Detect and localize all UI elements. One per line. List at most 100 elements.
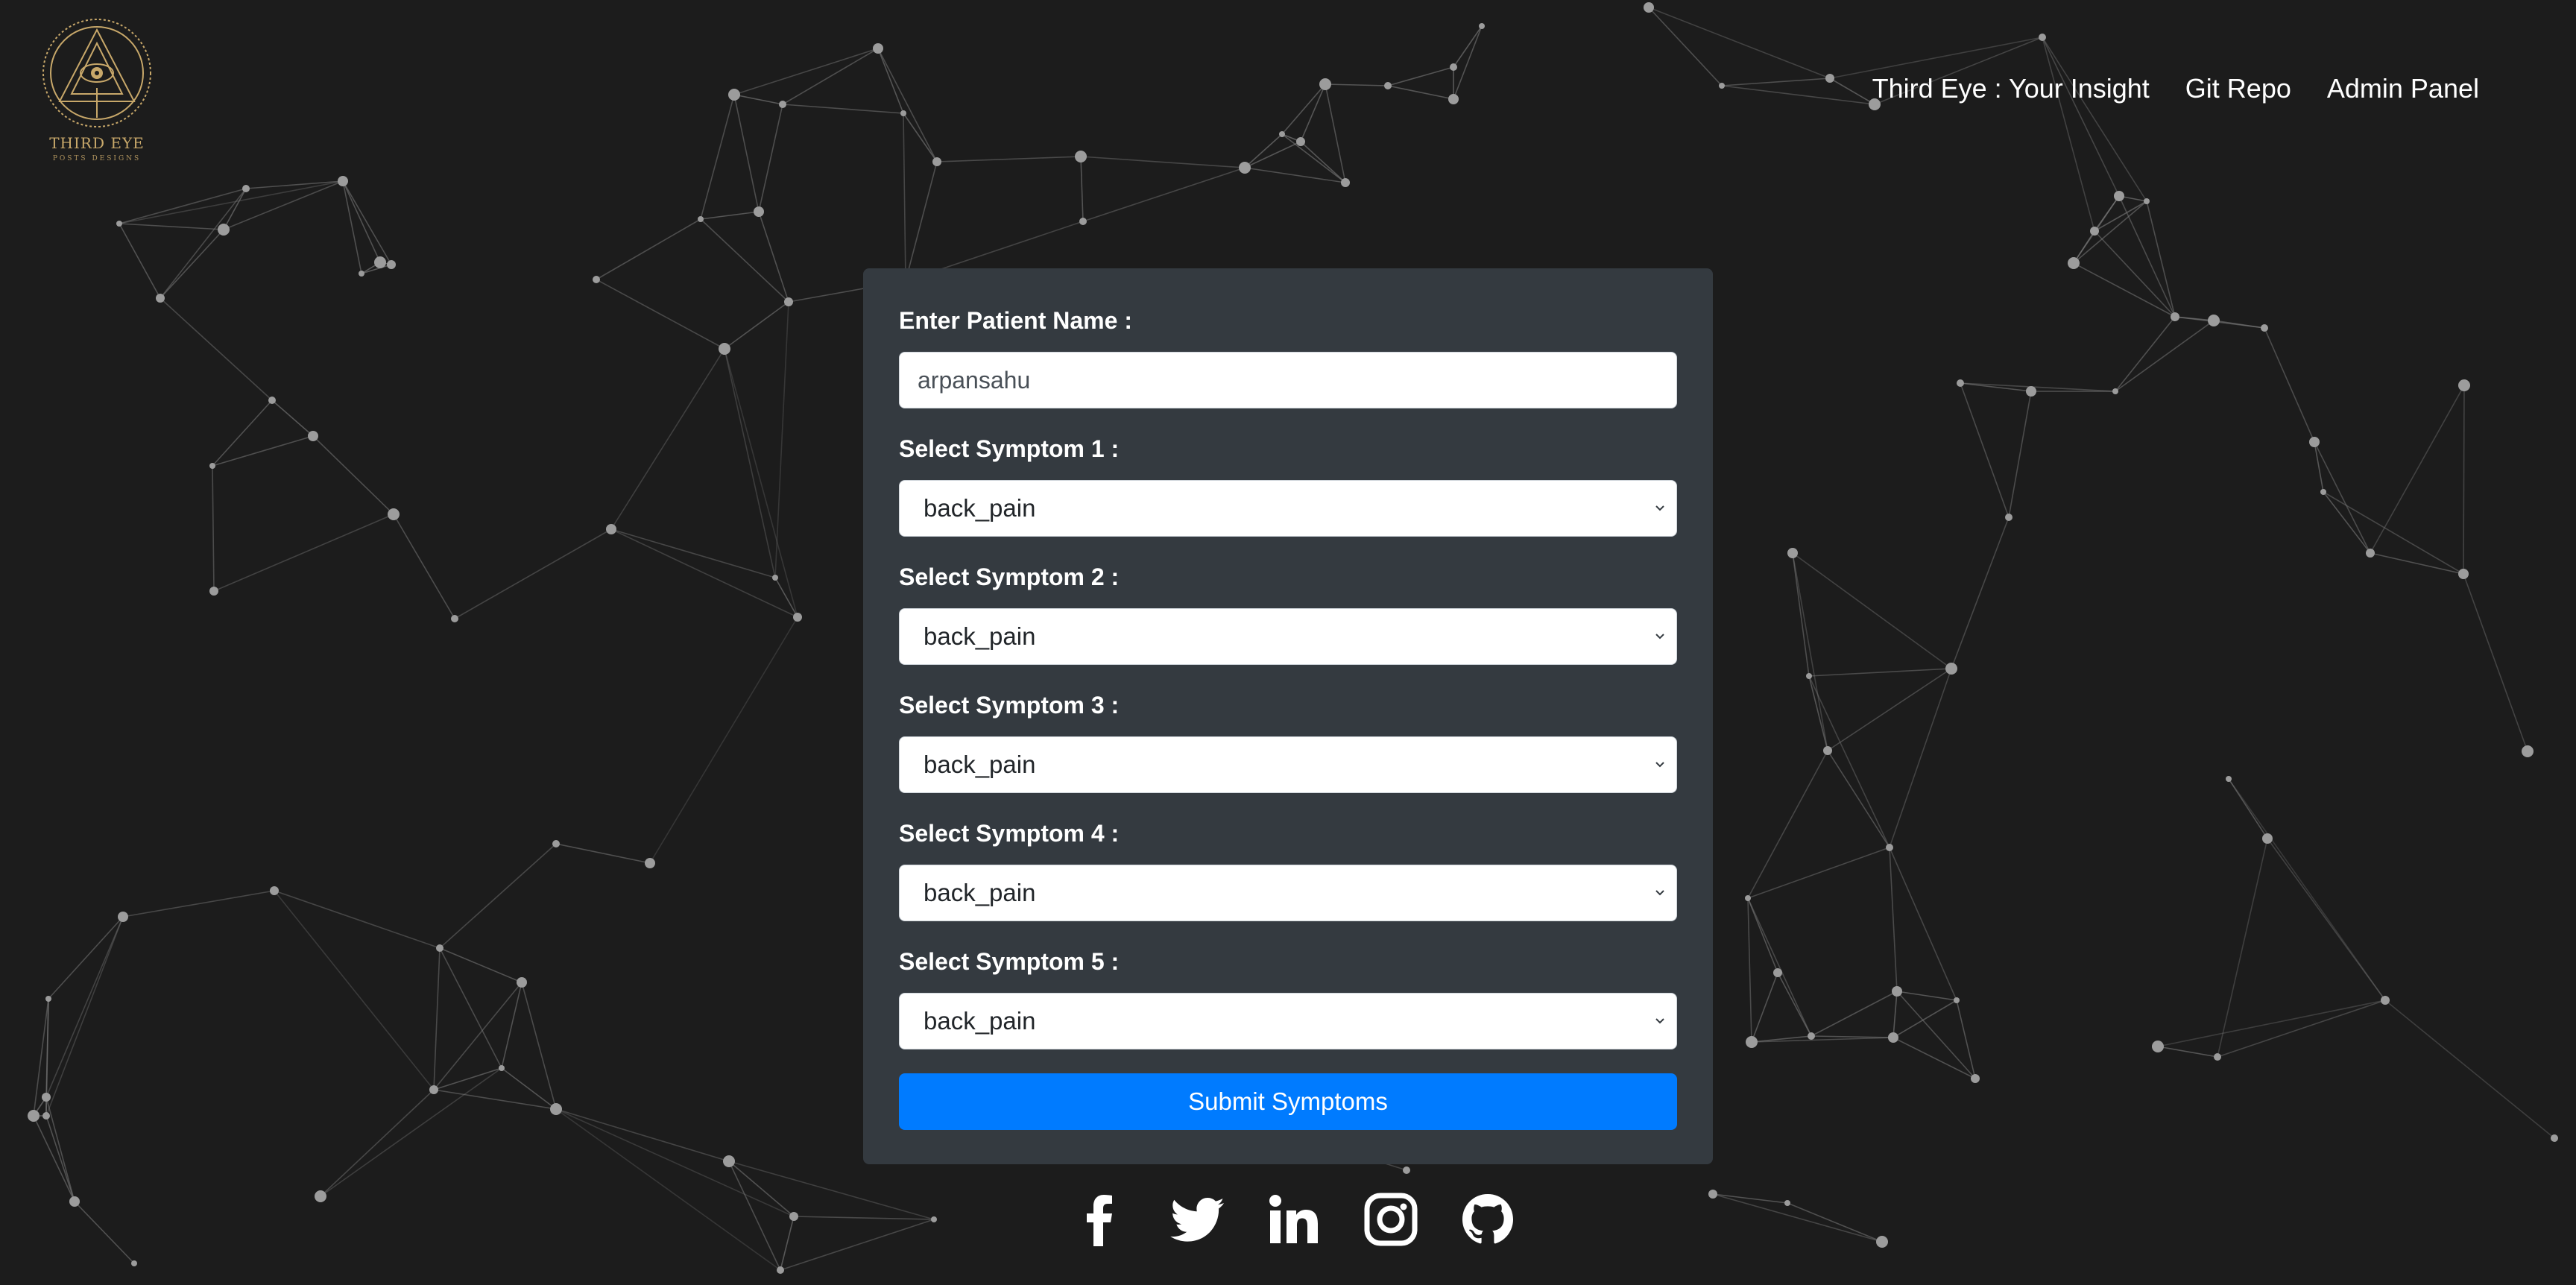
network-link [454, 528, 612, 619]
symptom-4-select[interactable]: back_pain [899, 865, 1677, 921]
network-node [1341, 178, 1350, 187]
network-node [779, 101, 786, 108]
symptom-5-select[interactable]: back_pain [899, 993, 1677, 1049]
network-node [1876, 1236, 1888, 1248]
network-link [2118, 195, 2176, 318]
network-node [593, 276, 600, 283]
network-node [1719, 83, 1725, 89]
network-node [2026, 386, 2036, 397]
network-link [1889, 668, 1952, 848]
network-link [433, 947, 441, 1090]
network-link [223, 180, 344, 230]
network-node [900, 110, 906, 116]
facebook-icon [1087, 1195, 1112, 1246]
logo-subtitle: POSTS DESIGNS [52, 155, 142, 162]
symptom-3-select[interactable]: back_pain [899, 736, 1677, 793]
network-link [903, 113, 906, 282]
network-link [724, 348, 798, 618]
network-link [342, 180, 392, 265]
instagram-link[interactable] [1364, 1193, 1418, 1246]
symptom-form: Enter Patient Name : Select Symptom 1 : … [863, 268, 1713, 1164]
network-node [645, 858, 655, 868]
network-link [1244, 167, 1346, 183]
network-node [550, 1103, 562, 1115]
github-link[interactable] [1461, 1193, 1515, 1246]
network-link [2217, 1000, 2386, 1058]
network-node [1279, 131, 1285, 137]
network-node [436, 944, 443, 952]
patient-name-input[interactable] [899, 352, 1677, 408]
network-link [119, 188, 247, 224]
nav-link-admin-panel[interactable]: Admin Panel [2327, 73, 2479, 104]
network-node [2005, 514, 2012, 521]
network-link [2115, 316, 2176, 392]
facebook-link[interactable] [1073, 1193, 1127, 1246]
network-node [2366, 549, 2375, 558]
network-link [555, 843, 651, 864]
network-node [698, 216, 704, 222]
network-link [1281, 83, 1326, 135]
network-link [1747, 897, 1752, 1043]
network-link [1281, 133, 1346, 183]
symptom-4-label: Select Symptom 4 : [899, 820, 1120, 847]
network-link [45, 1115, 75, 1202]
network-link [1080, 156, 1084, 222]
network-link [610, 348, 725, 530]
network-link [782, 104, 904, 114]
logo[interactable]: THIRD EYE POSTS DESIGNS [39, 13, 155, 167]
network-node [1825, 74, 1834, 83]
network-node [1448, 94, 1459, 104]
network-link [877, 48, 938, 162]
network-node [270, 886, 279, 895]
network-link [1960, 382, 2116, 392]
network-link [271, 400, 314, 437]
network-node [429, 1085, 438, 1094]
network-link [596, 218, 701, 280]
network-link [2042, 37, 2095, 232]
network-link [521, 982, 557, 1110]
network-link [905, 161, 938, 282]
network-node [42, 1093, 51, 1102]
network-node [1886, 844, 1893, 851]
network-link [33, 1115, 75, 1202]
network-link [2463, 573, 2528, 752]
network-node [2320, 489, 2326, 495]
network-link [724, 301, 789, 350]
network-node [2114, 191, 2124, 201]
network-link [320, 1089, 435, 1197]
network-node [218, 224, 230, 236]
network-link [433, 1067, 502, 1090]
nav-link-third-eye[interactable]: Third Eye : Your Insight [1872, 73, 2150, 104]
network-node [1296, 137, 1305, 146]
network-link [2370, 552, 2464, 575]
network-node [156, 294, 165, 303]
network-node [45, 996, 51, 1002]
network-node [1319, 78, 1331, 90]
patient-name-label: Enter Patient Name : [899, 307, 1132, 334]
nav-link-git-repo[interactable]: Git Repo [2185, 73, 2291, 104]
submit-symptoms-button[interactable]: Submit Symptoms [899, 1073, 1677, 1130]
network-link [1896, 991, 1976, 1079]
network-link [2008, 391, 2032, 518]
network-link [45, 916, 124, 1117]
chevron-down-icon [1655, 890, 1664, 896]
network-link [1747, 897, 1812, 1037]
network-link [733, 94, 760, 212]
network-link [160, 229, 224, 299]
network-node [777, 1266, 784, 1274]
network-link [1244, 141, 1301, 168]
network-link [1721, 78, 1831, 86]
network-node [2171, 312, 2179, 321]
logo-title: THIRD EYE [49, 134, 145, 152]
network-link [1453, 25, 1483, 100]
network-link [1325, 83, 1389, 86]
network-link [1892, 1000, 1957, 1038]
symptom-2-select[interactable]: back_pain [899, 608, 1677, 665]
twitter-icon [1170, 1198, 1224, 1242]
network-link [212, 435, 314, 467]
network-link [1827, 750, 1890, 848]
symptom-1-select[interactable]: back_pain [899, 480, 1677, 537]
twitter-link[interactable] [1170, 1193, 1224, 1246]
linkedin-link[interactable] [1267, 1193, 1321, 1246]
network-node [1808, 1032, 1815, 1040]
